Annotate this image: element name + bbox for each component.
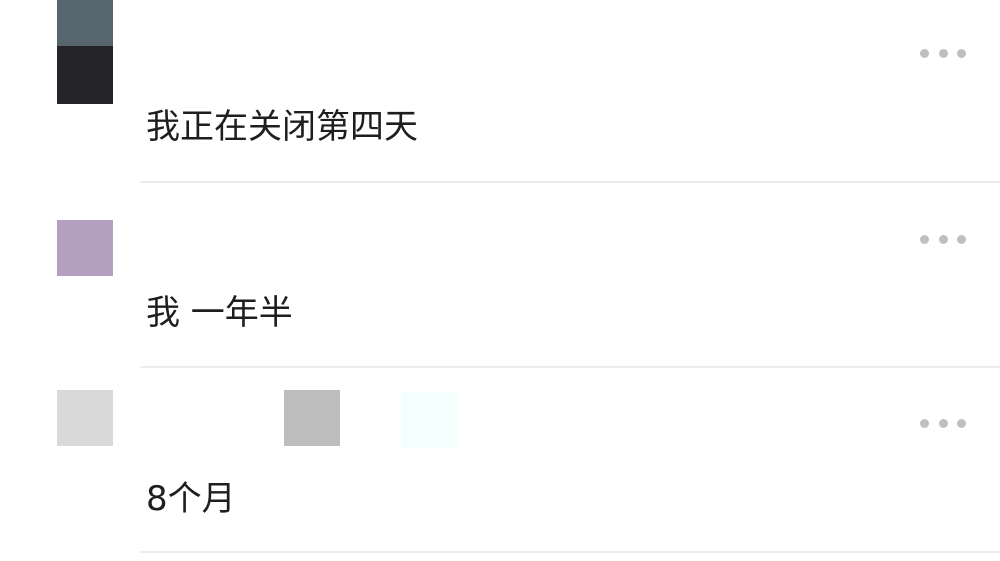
avatar[interactable] (57, 390, 113, 446)
more-dot (957, 234, 966, 244)
comment-text: 我正在关闭第四天 (146, 107, 418, 147)
more-dot (957, 418, 966, 428)
more-options-button[interactable] (920, 46, 966, 60)
more-dot (957, 48, 966, 58)
more-dot (938, 234, 948, 244)
redacted-block (284, 390, 340, 446)
comment-item: 我 一年半 (0, 184, 1000, 368)
comment-item: 我正在关闭第四天 (0, 0, 1000, 184)
divider (140, 181, 1000, 183)
divider (140, 551, 1000, 553)
comment-item: 8个月 (0, 368, 1000, 561)
avatar[interactable] (57, 220, 113, 276)
comment-text: 我 一年半 (146, 293, 293, 333)
more-horizontal-icon (920, 234, 929, 244)
avatar-bottom-part (57, 46, 113, 104)
comment-text: 8个月 (146, 479, 236, 519)
avatar-top-part (57, 0, 113, 46)
more-dot (938, 48, 948, 58)
more-horizontal-icon (920, 418, 929, 428)
more-horizontal-icon (920, 48, 929, 58)
more-options-button[interactable] (920, 232, 966, 246)
avatar[interactable] (57, 0, 113, 104)
more-dot (938, 418, 948, 428)
more-options-button[interactable] (920, 416, 966, 430)
redacted-block (402, 392, 458, 448)
